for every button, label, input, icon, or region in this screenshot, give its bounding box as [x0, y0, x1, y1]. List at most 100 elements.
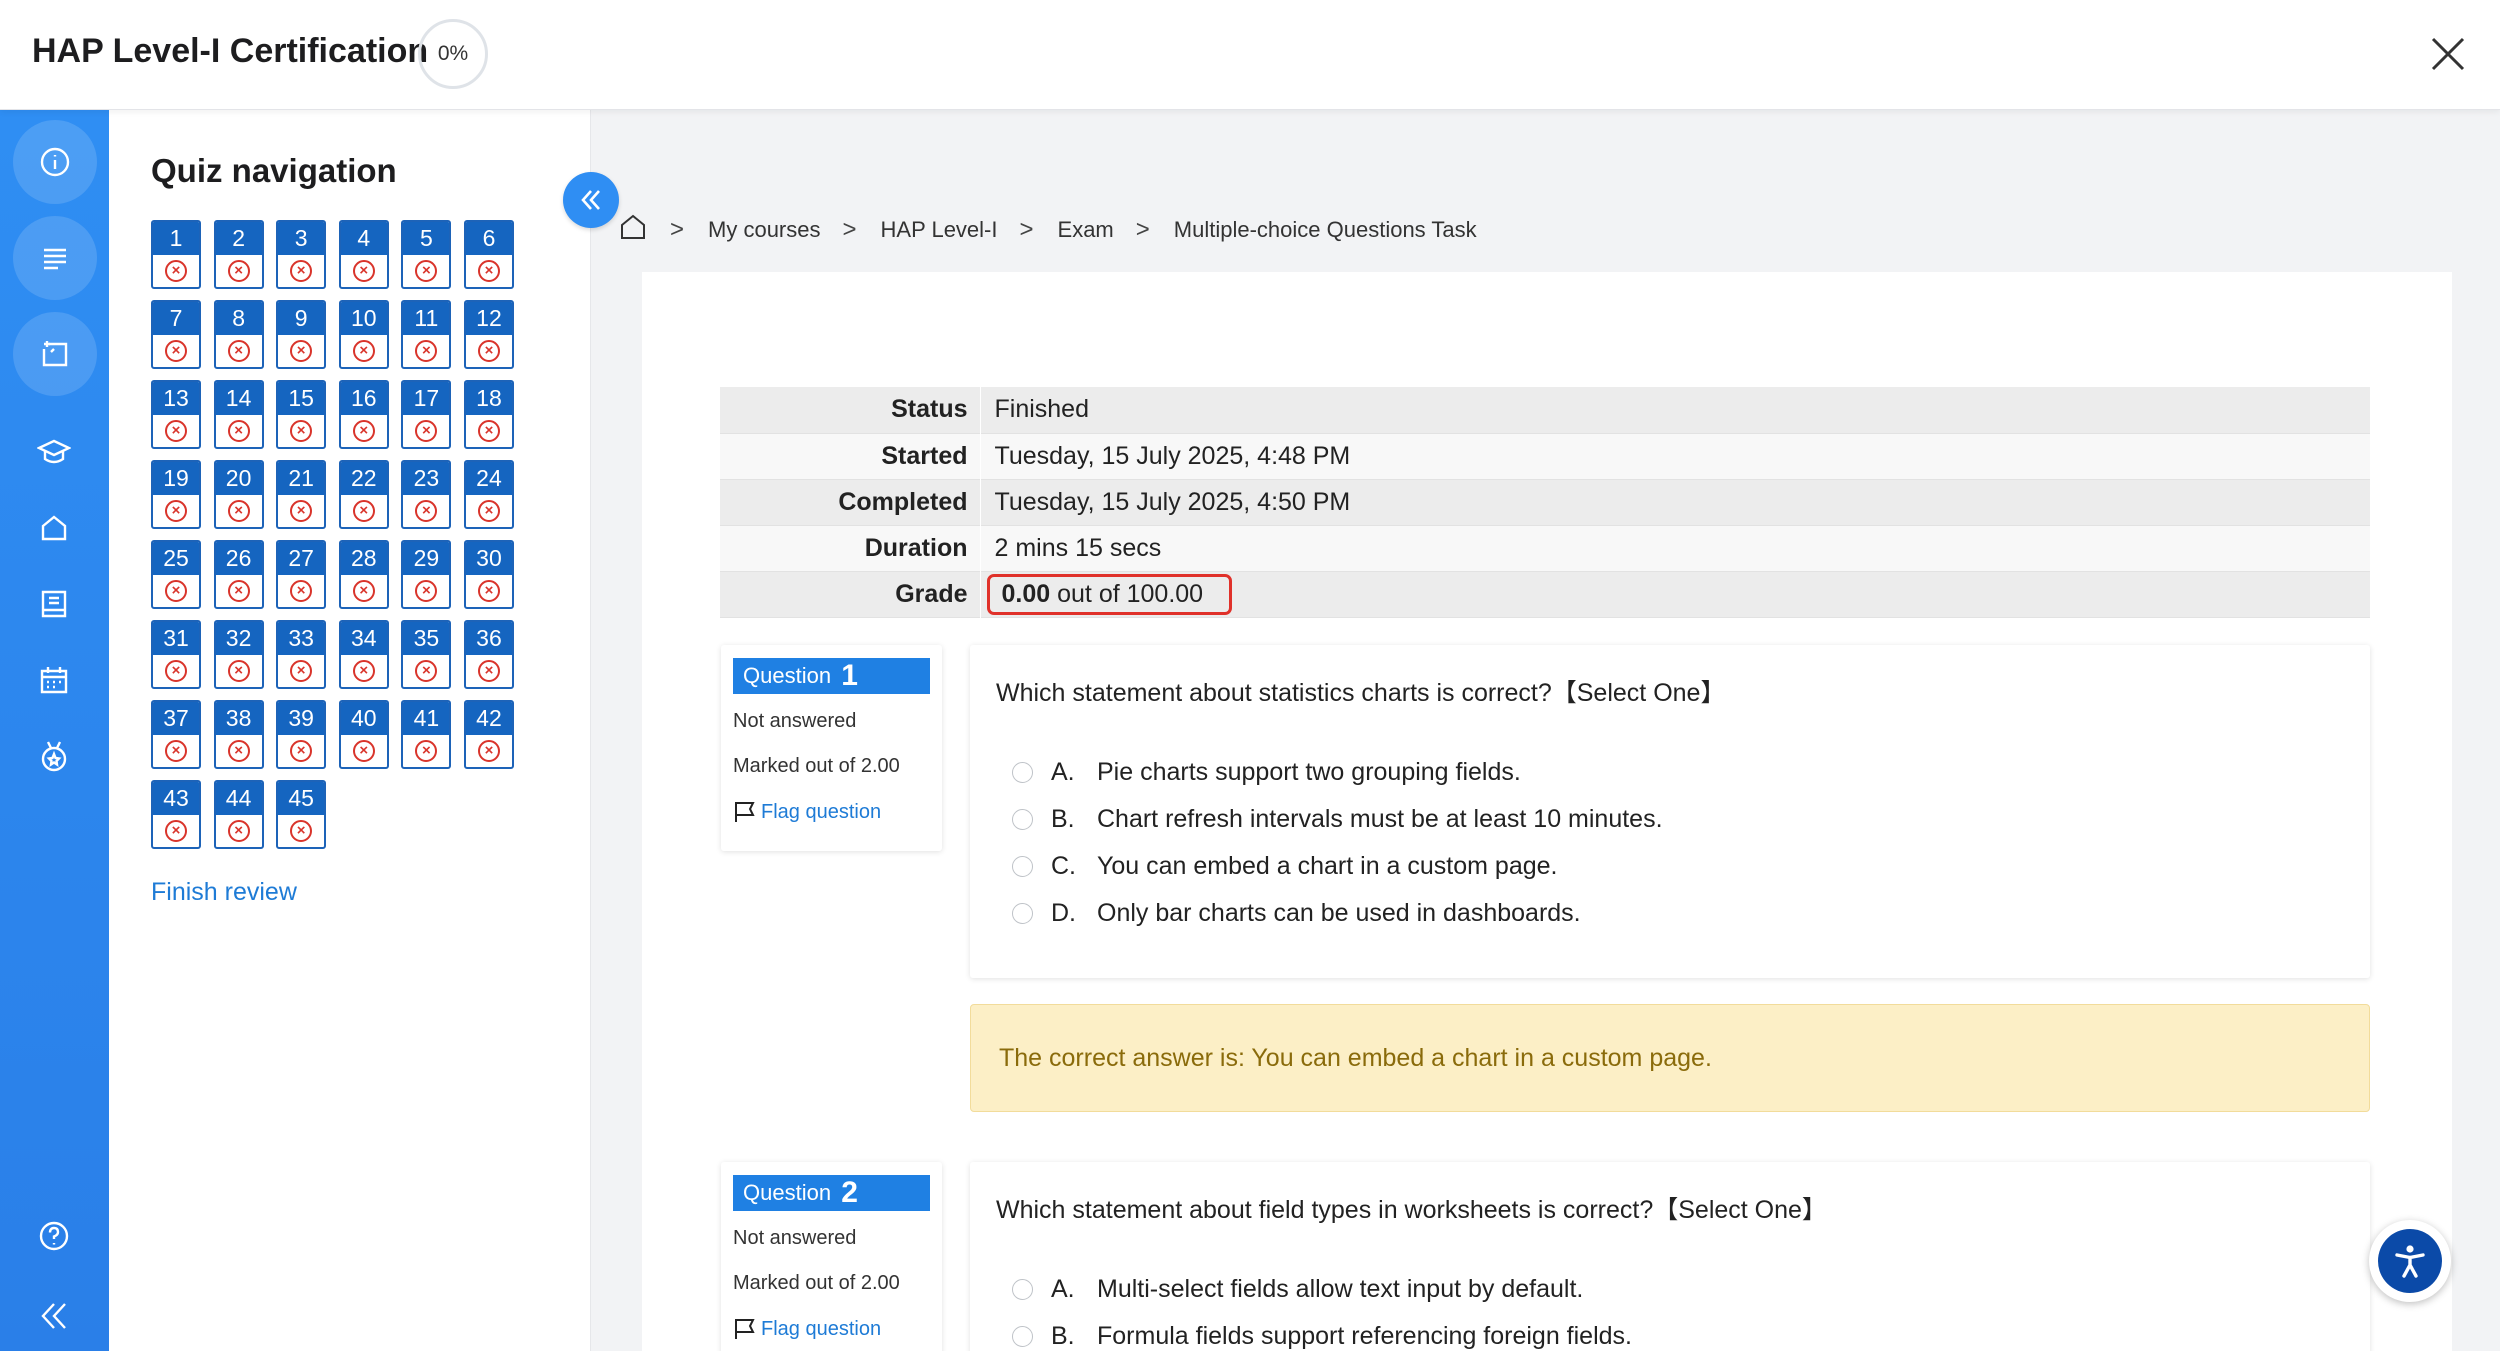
radio-button[interactable]: [1012, 762, 1033, 783]
quiz-nav-question[interactable]: 39 ×: [276, 700, 327, 769]
incorrect-mark: ×: [477, 420, 500, 442]
quiz-nav-question[interactable]: 37 ×: [151, 700, 201, 769]
radio-button[interactable]: [1012, 809, 1033, 830]
quiz-nav-question[interactable]: 11 ×: [401, 300, 452, 369]
quiz-nav-question[interactable]: 35 ×: [401, 620, 452, 689]
quiz-nav-question[interactable]: 38 ×: [213, 700, 264, 769]
radio-button[interactable]: [1012, 856, 1033, 877]
quiz-nav-question[interactable]: 30 ×: [463, 540, 514, 609]
incorrect-icon: ×: [403, 335, 449, 367]
info-button[interactable]: [13, 120, 97, 204]
quiz-nav-question[interactable]: 15 ×: [276, 380, 327, 449]
quiz-nav-question[interactable]: 17 ×: [401, 380, 452, 449]
quiz-nav-question[interactable]: 9 ×: [276, 300, 327, 369]
content-list-button[interactable]: [13, 216, 97, 300]
quiz-nav-question[interactable]: 16 ×: [338, 380, 389, 449]
course-title: HAP Level-I Certification: [32, 32, 429, 70]
graduation-cap-icon[interactable]: [30, 428, 78, 476]
accessibility-button[interactable]: [2369, 1220, 2451, 1302]
flag-question-link[interactable]: Flag question: [733, 800, 930, 824]
summary-label: Completed: [720, 479, 981, 525]
quiz-nav-question[interactable]: 23 ×: [401, 460, 452, 529]
quiz-nav-question[interactable]: 42 ×: [463, 700, 514, 769]
breadcrumb-course[interactable]: HAP Level-I: [881, 217, 998, 243]
summary-row-status: Status Finished: [720, 387, 2370, 433]
quiz-nav-question[interactable]: 14 ×: [213, 380, 264, 449]
collapse-rail-icon[interactable]: [30, 1292, 78, 1340]
quiz-nav-question[interactable]: 40 ×: [338, 700, 389, 769]
incorrect-icon: ×: [278, 735, 324, 767]
home-icon[interactable]: [30, 504, 78, 552]
quiz-nav-question[interactable]: 43 ×: [151, 780, 201, 849]
quiz-nav-question[interactable]: 18 ×: [463, 380, 514, 449]
quiz-nav-question[interactable]: 44 ×: [213, 780, 264, 849]
quiz-nav-question[interactable]: 41 ×: [401, 700, 452, 769]
quiz-nav-question[interactable]: 21 ×: [276, 460, 327, 529]
flag-question-label: Flag question: [761, 1317, 882, 1340]
flag-question-link[interactable]: Flag question: [733, 1317, 930, 1341]
quiz-nav-question[interactable]: 2 ×: [213, 220, 264, 289]
incorrect-icon: ×: [216, 255, 262, 287]
quiz-nav-question[interactable]: 19 ×: [151, 460, 201, 529]
incorrect-icon: ×: [466, 335, 512, 367]
quiz-nav-question[interactable]: 28 ×: [338, 540, 389, 609]
exam-button[interactable]: [13, 312, 97, 396]
quiz-nav-question[interactable]: 26 ×: [213, 540, 264, 609]
question-number: 39: [278, 702, 325, 735]
radio-button[interactable]: [1012, 1326, 1033, 1347]
quiz-nav-question[interactable]: 13 ×: [151, 380, 201, 449]
question-number: 12: [465, 302, 512, 335]
quiz-nav-question[interactable]: 24 ×: [463, 460, 514, 529]
quiz-nav-question[interactable]: 31 ×: [151, 620, 201, 689]
quiz-nav-question[interactable]: 1 ×: [151, 220, 201, 289]
radio-button[interactable]: [1012, 1279, 1033, 1300]
radio-button[interactable]: [1012, 903, 1033, 924]
quiz-nav-question[interactable]: 33 ×: [276, 620, 327, 689]
book-icon[interactable]: [30, 580, 78, 628]
top-bar: HAP Level-I Certification 0%: [0, 0, 2500, 110]
breadcrumb-current[interactable]: Multiple-choice Questions Task: [1174, 217, 1477, 243]
collapse-panel-button[interactable]: [563, 172, 619, 228]
incorrect-icon: ×: [466, 575, 512, 607]
summary-label: Status: [720, 387, 981, 433]
grade-highlight: 0.00 out of 100.00: [986, 573, 1233, 615]
quiz-nav-question[interactable]: 25 ×: [151, 540, 201, 609]
quiz-nav-question[interactable]: 22 ×: [338, 460, 389, 529]
quiz-nav-question[interactable]: 5 ×: [401, 220, 452, 289]
quiz-nav-question[interactable]: 10 ×: [338, 300, 389, 369]
question-number: 6: [465, 222, 512, 255]
close-icon[interactable]: [2426, 32, 2470, 76]
question-info-1: Question 1 Not answered Marked out of 2.…: [721, 645, 942, 851]
incorrect-icon: ×: [466, 415, 512, 447]
accessibility-icon: [2378, 1229, 2442, 1293]
quiz-nav-question[interactable]: 6 ×: [463, 220, 514, 289]
question-number: 20: [215, 462, 262, 495]
quiz-nav-question[interactable]: 4 ×: [338, 220, 389, 289]
quiz-nav-question[interactable]: 34 ×: [338, 620, 389, 689]
flag-question-label: Flag question: [761, 800, 882, 823]
quiz-nav-question[interactable]: 45 ×: [276, 780, 327, 849]
quiz-nav-question[interactable]: 12 ×: [463, 300, 514, 369]
quiz-nav-question[interactable]: 29 ×: [401, 540, 452, 609]
home-icon[interactable]: [618, 212, 648, 248]
calendar-icon[interactable]: [30, 656, 78, 704]
help-icon[interactable]: [30, 1212, 78, 1260]
incorrect-icon: ×: [403, 655, 449, 687]
breadcrumb-exam[interactable]: Exam: [1058, 217, 1114, 243]
question-number: 1: [841, 659, 858, 692]
quiz-nav-question[interactable]: 8 ×: [213, 300, 264, 369]
summary-value: Tuesday, 15 July 2025, 4:50 PM: [994, 487, 1351, 516]
incorrect-icon: ×: [466, 655, 512, 687]
quiz-nav-question[interactable]: 20 ×: [213, 460, 264, 529]
quiz-nav-question[interactable]: 32 ×: [213, 620, 264, 689]
quiz-nav-question[interactable]: 7 ×: [151, 300, 201, 369]
breadcrumb-my-courses[interactable]: My courses: [708, 217, 820, 243]
question-marks: Marked out of 2.00: [733, 1272, 900, 1294]
quiz-nav-question[interactable]: 27 ×: [276, 540, 327, 609]
quiz-nav-question[interactable]: 36 ×: [463, 620, 514, 689]
badge-icon[interactable]: [30, 732, 78, 780]
finish-review-link[interactable]: Finish review: [151, 878, 297, 907]
quiz-nav-question[interactable]: 3 ×: [276, 220, 327, 289]
incorrect-icon: ×: [403, 495, 449, 527]
question-number: 22: [340, 462, 387, 495]
